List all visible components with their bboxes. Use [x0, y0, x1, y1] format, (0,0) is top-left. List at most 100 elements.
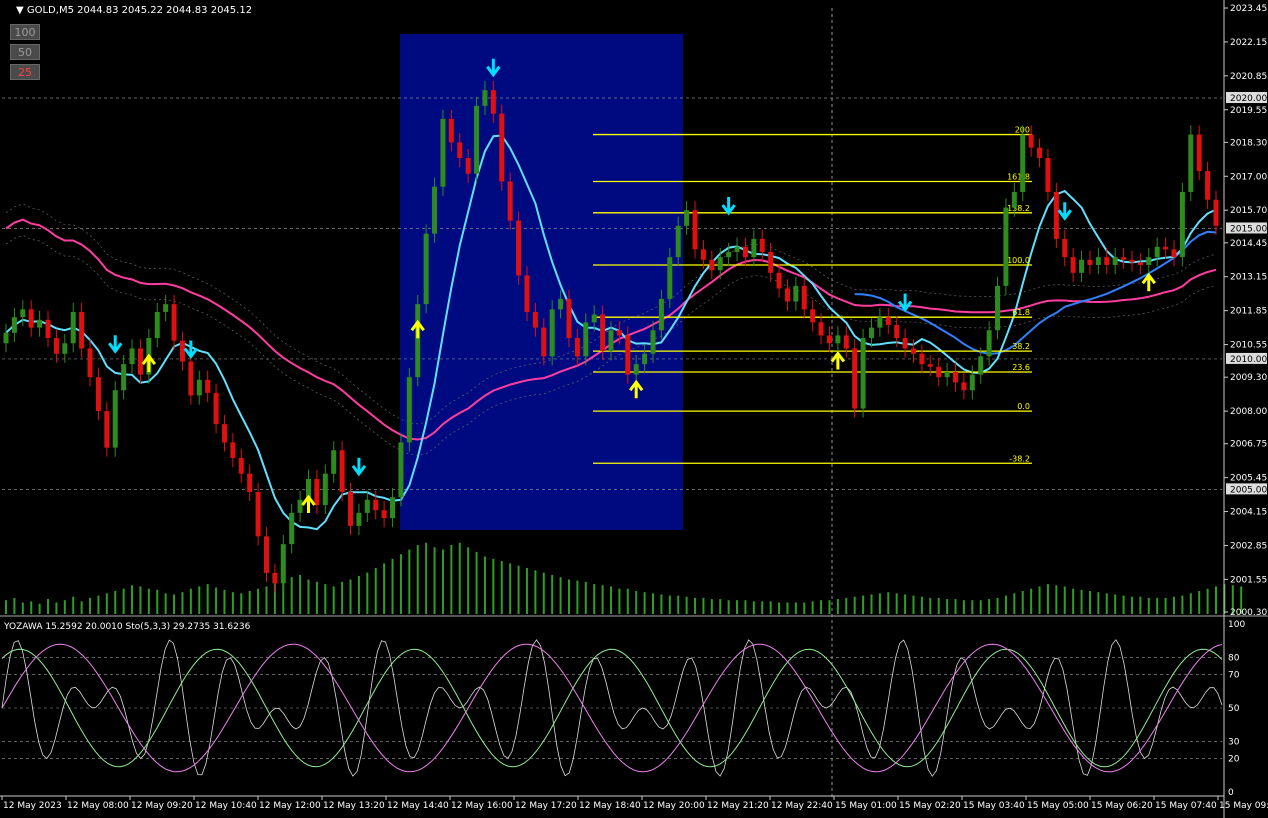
- volume-bar: [1172, 596, 1175, 614]
- price-bar: [62, 343, 68, 354]
- volume-bar: [803, 602, 806, 614]
- time-tick-label-1: 12 May 08:00: [67, 801, 129, 811]
- price-bar: [516, 220, 522, 276]
- price-bar: [1188, 134, 1194, 192]
- volume-bar: [954, 599, 957, 614]
- price-bar: [221, 424, 227, 443]
- fib-label-7: 0.0: [1017, 402, 1030, 411]
- price-bar: [818, 322, 824, 336]
- volume-bar: [206, 584, 209, 614]
- volume-bar: [1046, 584, 1049, 614]
- price-bar: [406, 377, 412, 443]
- volume-bar: [626, 588, 629, 614]
- price-bar: [1104, 257, 1110, 265]
- volume-bar: [181, 592, 184, 614]
- zoom-25-button[interactable]: 25: [10, 64, 40, 80]
- price-bar: [1137, 262, 1143, 265]
- price-bar: [936, 366, 942, 378]
- volume-bar: [1038, 586, 1041, 614]
- price-bar: [1205, 171, 1211, 200]
- volume-bar: [736, 600, 739, 614]
- volume-bar: [702, 597, 705, 614]
- volume-bar: [164, 593, 167, 614]
- price-bar: [448, 118, 454, 143]
- volume-bar: [643, 592, 646, 614]
- volume-bar: [215, 587, 218, 614]
- price-bar: [415, 304, 421, 378]
- zoom-50-button[interactable]: 50: [10, 44, 40, 60]
- price-bar: [1095, 257, 1101, 265]
- volume-bar: [794, 602, 797, 614]
- volume-bar: [551, 574, 554, 614]
- price-bar: [1045, 158, 1051, 192]
- volume-bar: [652, 593, 655, 614]
- volume-bar: [979, 600, 982, 614]
- price-tick-label-6: 2015.70: [1230, 206, 1267, 216]
- volume-bar: [357, 576, 360, 614]
- time-tick-label-3: 12 May 10:40: [195, 801, 257, 811]
- volume-bar: [576, 580, 579, 614]
- price-bar: [1196, 134, 1202, 172]
- volume-bar: [332, 586, 335, 614]
- price-bar: [877, 317, 883, 328]
- price-bar: [339, 450, 345, 492]
- price-bar: [558, 298, 564, 310]
- price-tick-label-15: 2004.15: [1230, 508, 1267, 518]
- time-tick-label-14: 15 May 02:20: [899, 801, 961, 811]
- volume-bar: [441, 549, 444, 614]
- volume-bar: [80, 601, 83, 614]
- volume-bar: [198, 586, 201, 614]
- price-bar: [961, 382, 967, 391]
- volume-bar: [870, 594, 873, 614]
- fib-label-5: 38.2: [1012, 342, 1030, 351]
- price-tick-label-16: 2002.85: [1230, 541, 1267, 551]
- volume-bar: [946, 599, 949, 614]
- indicator-axis-label-2: 70: [1228, 670, 1240, 680]
- volume-bar: [920, 596, 923, 614]
- arrow-down-icon: [1057, 202, 1072, 221]
- price-bar: [474, 105, 480, 174]
- price-bar: [154, 311, 160, 339]
- volume-bar: [1189, 593, 1192, 614]
- volume-bar: [744, 600, 747, 614]
- price-bar: [20, 309, 26, 318]
- price-bar: [70, 311, 76, 344]
- price-bar: [280, 544, 286, 584]
- price-bar: [625, 335, 631, 375]
- price-bar: [255, 491, 261, 537]
- volume-bar: [1198, 591, 1201, 614]
- volume-bar: [895, 593, 898, 614]
- price-bar: [1079, 259, 1085, 273]
- volume-bar: [5, 600, 7, 614]
- price-bar: [927, 364, 933, 367]
- price-bar: [953, 371, 959, 383]
- indicator-pane: 100 80 70 50 30 20 0: [1, 620, 1245, 798]
- session-box: [400, 34, 683, 530]
- price-bar: [171, 304, 177, 341]
- arrow-up-icon: [141, 353, 157, 373]
- volume-bar: [366, 572, 369, 614]
- price-bar: [490, 90, 496, 114]
- volume-bar: [1063, 586, 1066, 614]
- price-tick-label-4: 2018.30: [1230, 138, 1267, 148]
- session-highlight-box: [400, 34, 683, 530]
- volume-bar: [450, 545, 453, 614]
- volume-bar: [996, 597, 999, 614]
- price-bar: [28, 309, 34, 328]
- price-tick-label-14: 2005.45: [1230, 474, 1267, 484]
- volume-bar: [710, 599, 713, 614]
- price-bar: [902, 338, 908, 349]
- price-bar: [423, 233, 429, 305]
- zoom-100-button[interactable]: 100: [10, 24, 40, 40]
- price-bar: [432, 186, 438, 234]
- price-bar: [1087, 259, 1093, 265]
- price-chart[interactable]: 20 0 161.8 138.2 100.0 61.8 38.2 23.6 0.0 -38.2 1…: [0, 0, 1268, 818]
- volume-bar: [30, 601, 33, 614]
- price-bar: [700, 249, 706, 260]
- volume-bar: [685, 596, 688, 614]
- price-bar: [801, 285, 807, 310]
- time-tick-label-19: 15 May 09:00: [1219, 801, 1268, 811]
- price-bar: [230, 442, 236, 459]
- volume-bars: [5, 542, 1243, 614]
- volume-bar: [240, 593, 243, 614]
